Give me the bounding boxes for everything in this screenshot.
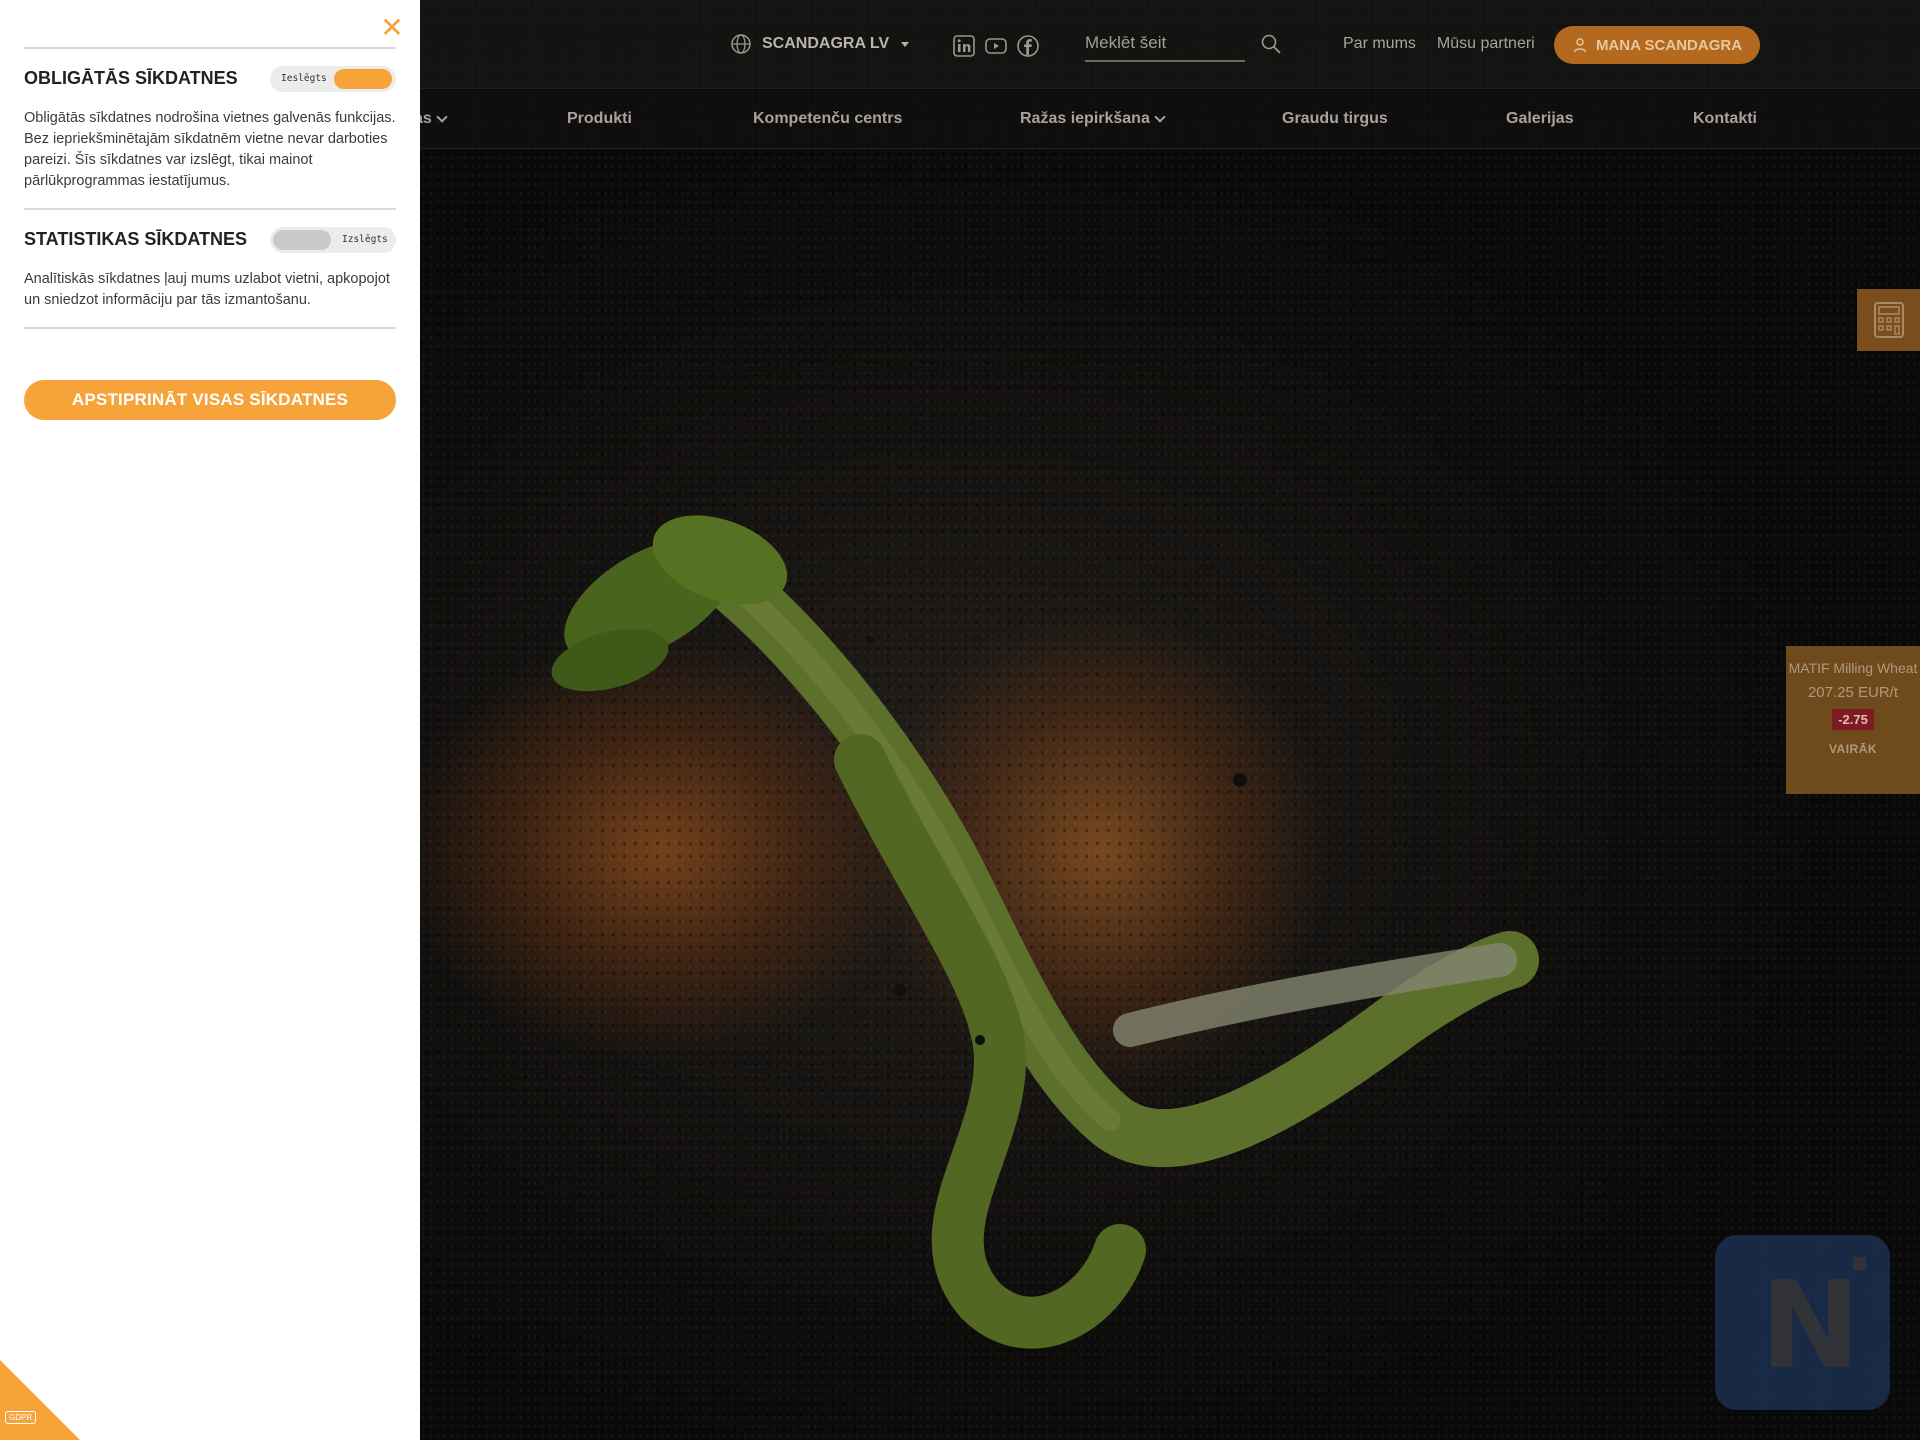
price-value: 207.25 EUR/t	[1807, 684, 1899, 701]
section-title-required: OBLIGĀTĀS SĪKDATNES	[24, 68, 238, 88]
nav-item-competence-center[interactable]: Kompetenču centrs	[753, 110, 902, 128]
linkedin-icon[interactable]	[952, 34, 976, 58]
my-account-label: MANA SCANDAGRA	[1595, 36, 1743, 54]
calculator-tab[interactable]	[1857, 289, 1920, 351]
chat-widget-logo[interactable]: N	[1715, 1235, 1890, 1410]
user-icon	[1573, 38, 1587, 53]
section-text-statistics: Analītiskās sīkdatnes ļauj mums uzlabot …	[24, 271, 390, 308]
price-change-badge: -2.75	[1832, 709, 1874, 730]
chevron-down-icon	[1154, 111, 1166, 123]
search-input[interactable]	[1085, 28, 1245, 58]
nav-item-label: Ražas iepirkšana	[1020, 110, 1150, 127]
social-links	[952, 34, 1040, 58]
cookie-settings-panel: ✕ OBLIGĀTĀS SĪKDATNES Ieslēgts Obligātās…	[0, 0, 420, 1440]
nav-item-label: Graudu tirgus	[1282, 110, 1388, 127]
divider	[24, 47, 396, 49]
gdpr-label: GDPR	[5, 1411, 37, 1424]
language-label: SCANDAGRA LV	[762, 35, 890, 52]
price-more-link[interactable]: VAIRĀK	[1786, 742, 1920, 756]
calculator-icon	[1873, 302, 1904, 338]
nav-item-harvest-purchase[interactable]: Ražas iepirkšana	[1020, 110, 1166, 128]
toggle-statistics-cookies[interactable]: Izslēgts	[270, 227, 396, 253]
link-partners[interactable]: Mūsu partneri	[1437, 35, 1535, 53]
nav-item-contacts[interactable]: Kontakti	[1693, 110, 1757, 128]
my-account-button[interactable]: MANA SCANDAGRA	[1554, 26, 1760, 64]
close-icon[interactable]: ✕	[380, 14, 404, 42]
search-icon[interactable]	[1260, 33, 1282, 55]
gdpr-badge[interactable]: GDPR	[0, 1360, 80, 1440]
caret-down-icon	[901, 41, 910, 47]
nav-item-products[interactable]: Produkti	[567, 110, 632, 128]
facebook-icon[interactable]	[1016, 34, 1040, 58]
price-name: MATIF Milling Wheat	[1788, 660, 1918, 676]
chevron-down-icon	[436, 111, 448, 123]
accept-all-cookies-button[interactable]: APSTIPRINĀT VISAS SĪKDATNES	[24, 380, 396, 420]
globe-icon	[731, 34, 751, 54]
nav-item-grain-market[interactable]: Graudu tirgus	[1282, 110, 1388, 128]
language-selector[interactable]: SCANDAGRA LV	[730, 33, 910, 55]
divider	[24, 327, 396, 329]
nav-item-label: Kontakti	[1693, 110, 1757, 127]
toggle-label: Ieslēgts	[281, 73, 327, 84]
toggle-knob-on	[334, 69, 392, 89]
section-title-statistics: STATISTIKAS SĪKDATNES	[24, 229, 248, 249]
gdpr-corner	[0, 1360, 80, 1440]
link-about[interactable]: Par mums	[1343, 35, 1416, 53]
nav-item-label: Kompetenču centrs	[753, 110, 903, 127]
divider	[24, 208, 396, 210]
top-links: Par mums Mūsu partneri	[1343, 35, 1535, 53]
ni-logo-icon: N	[1760, 1257, 1861, 1396]
nav-item-label: Galerijas	[1506, 110, 1574, 127]
nav-item-galleries[interactable]: Galerijas	[1506, 110, 1574, 128]
nav-item-label: Produkti	[567, 110, 632, 127]
search-field	[1085, 28, 1245, 62]
grain-price-widget: MATIF Milling Wheat 207.25 EUR/t -2.75 V…	[1786, 646, 1920, 794]
section-text-required: Obligātās sīkdatnes nodrošina vietnes ga…	[24, 110, 396, 189]
toggle-knob-off	[273, 230, 331, 250]
toggle-label: Izslēgts	[342, 234, 388, 245]
ni-logo-dot	[1853, 1257, 1866, 1270]
toggle-required-cookies[interactable]: Ieslēgts	[270, 66, 396, 92]
youtube-icon[interactable]	[984, 34, 1008, 58]
